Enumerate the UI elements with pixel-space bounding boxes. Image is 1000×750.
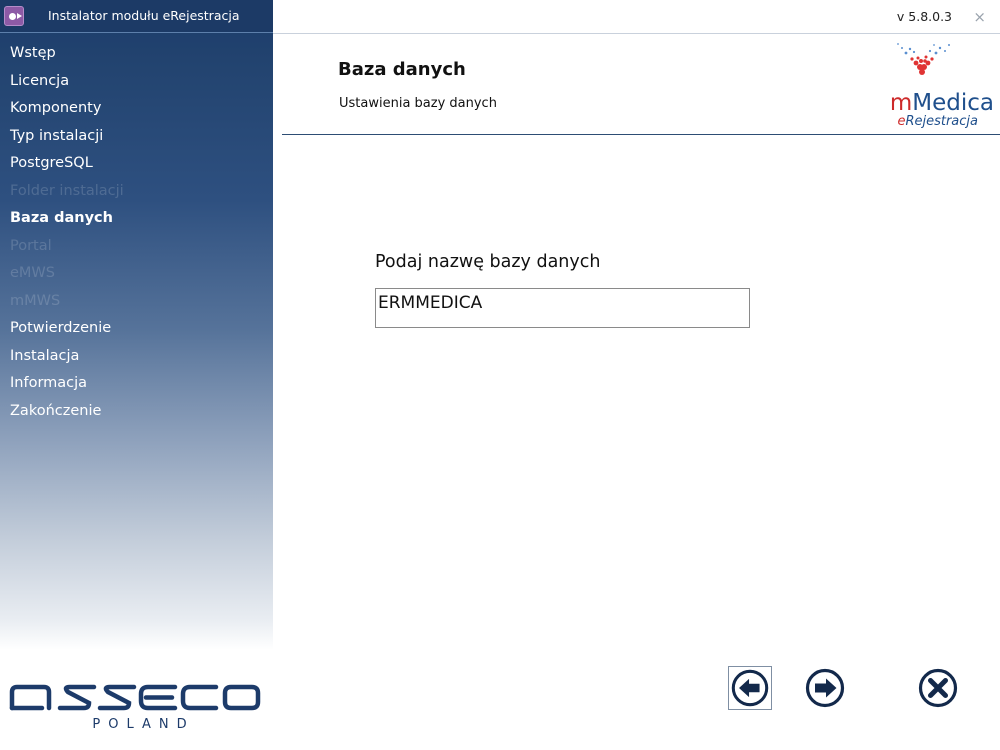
step-licencja: Licencja	[10, 72, 70, 89]
step-potwierdzenie: Potwierdzenie	[10, 320, 112, 336]
logo-rejestracja: Rejestracja	[905, 114, 978, 129]
back-button[interactable]	[728, 666, 772, 710]
logo-m: m	[889, 90, 913, 116]
step-komponenty: Komponenty	[10, 100, 102, 116]
step-postgresql: PostgreSQL	[10, 155, 93, 171]
erejestracja-wordmark: eRejestracja	[897, 114, 978, 129]
window-titlebar: Instalator modułu eRejestracja	[0, 0, 273, 33]
window-title: Instalator modułu eRejestracja	[48, 8, 240, 23]
close-icon[interactable]: ×	[973, 8, 986, 26]
database-name-label: Podaj nazwę bazy danych	[375, 252, 601, 272]
asseco-subtitle: POLAND	[92, 717, 195, 732]
mmedica-logo: mMedica eRejestracja	[844, 39, 994, 129]
step-wstep: Wstęp	[10, 45, 56, 61]
step-informacja: Informacja	[10, 375, 88, 391]
logo-medica: Medica	[912, 90, 994, 116]
page-subtitle: Ustawienia bazy danych	[339, 96, 497, 111]
step-portal: Portal	[10, 237, 52, 254]
step-emws: eMWS	[10, 265, 55, 281]
database-name-input[interactable]	[375, 288, 750, 328]
hearts-icon	[897, 43, 950, 75]
step-zakonczenie: Zakończenie	[10, 402, 102, 419]
cancel-button[interactable]	[916, 666, 960, 710]
version-label: v 5.8.0.3	[896, 9, 952, 24]
page-header: Baza danych Ustawienia bazy danych mMedi…	[282, 35, 1000, 135]
sidebar: Instalator modułu eRejestracja Wstęp Lic…	[0, 0, 273, 750]
next-button[interactable]	[803, 666, 847, 710]
step-typ-instalacji: Typ instalacji	[10, 127, 104, 144]
mmedica-wordmark: mMedica	[890, 90, 994, 116]
step-folder-instalacji: Folder instalacji	[10, 182, 124, 199]
page-title: Baza danych	[338, 59, 466, 80]
wizard-steps: Wstęp Licencja Komponenty Typ instalacji…	[10, 42, 124, 427]
step-instalacja: Instalacja	[10, 347, 80, 364]
asseco-logo	[9, 684, 261, 711]
step-mmws: mMWS	[10, 292, 61, 309]
app-icon	[4, 6, 24, 26]
topbar: v 5.8.0.3 ×	[273, 0, 1000, 34]
step-baza-danych: Baza danych	[10, 210, 113, 226]
